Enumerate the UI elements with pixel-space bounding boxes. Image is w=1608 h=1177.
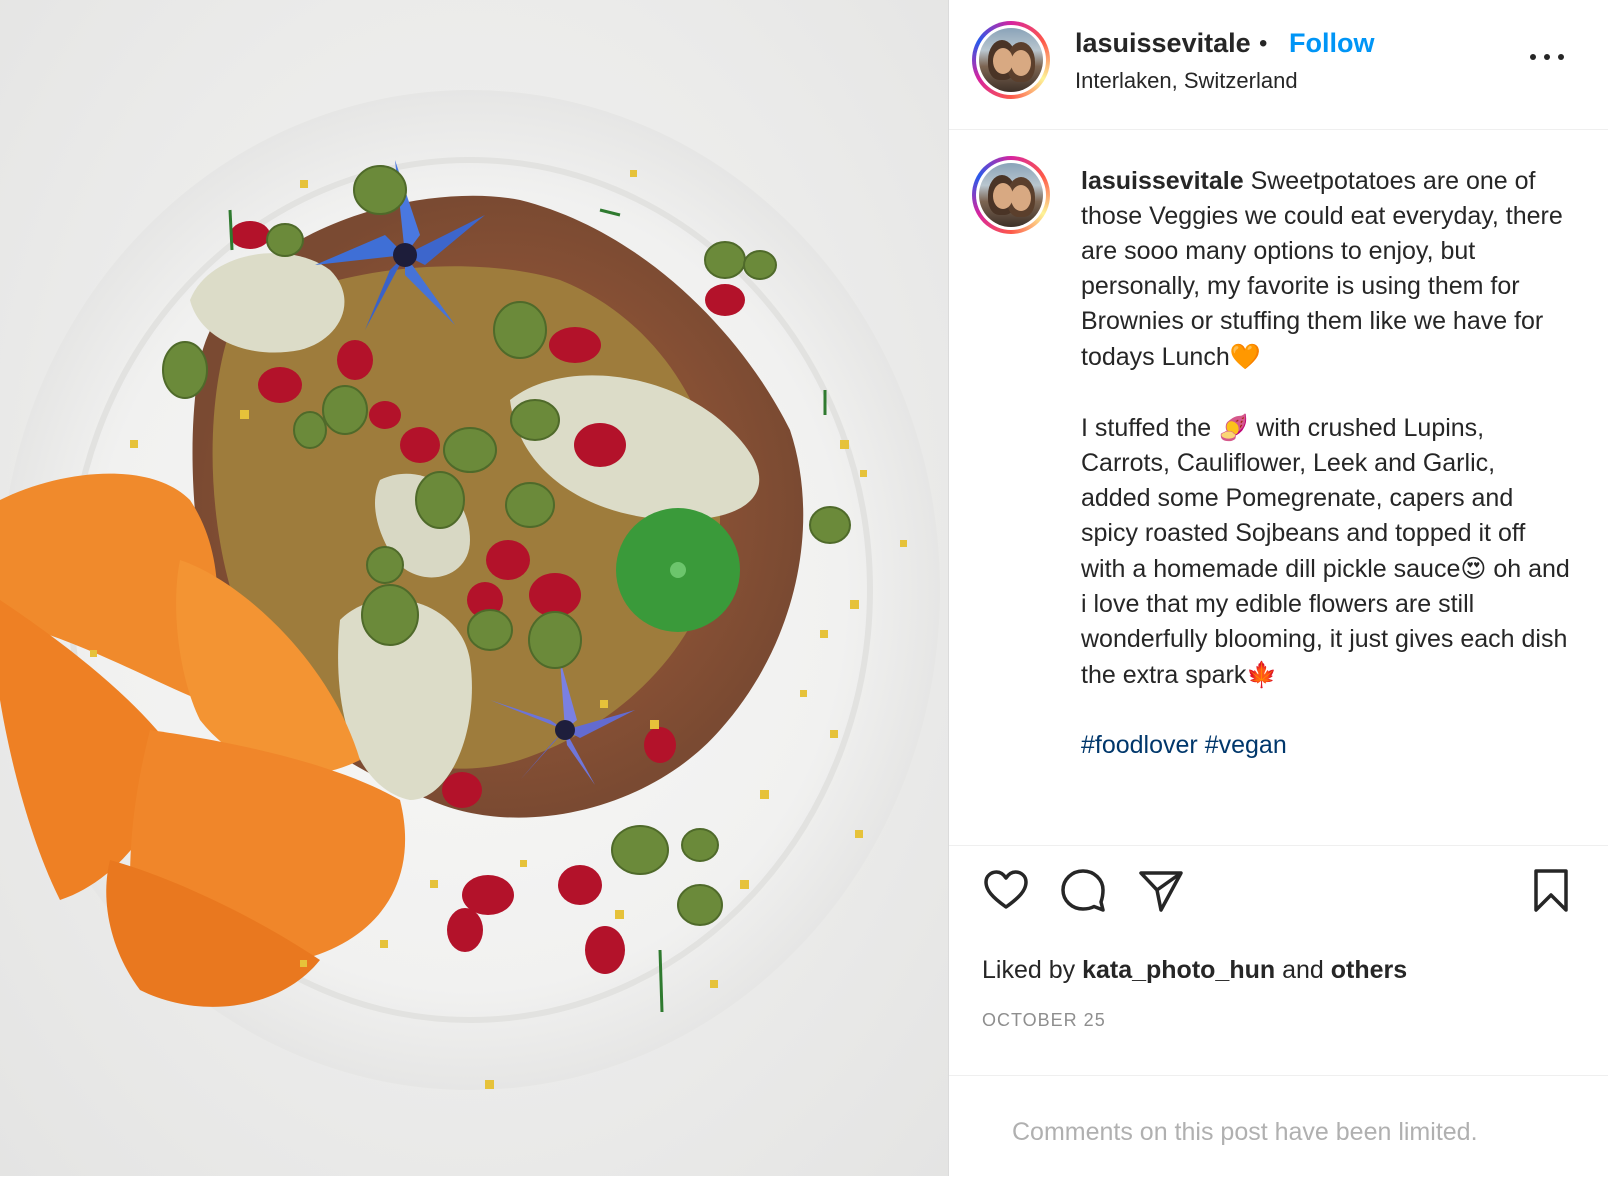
author-avatar[interactable] [972, 21, 1050, 99]
author-username[interactable]: lasuissevitale [1075, 28, 1251, 59]
follow-button[interactable]: Follow [1289, 28, 1374, 59]
caption-avatar[interactable] [972, 156, 1050, 234]
sweet-potato-emoji: 🍠 [1218, 413, 1250, 442]
share-icon[interactable] [1137, 866, 1185, 914]
food-illustration [0, 90, 940, 1090]
caption-paragraph-2a: I stuffed the [1081, 414, 1219, 442]
post-date[interactable]: OCTOBER 25 [982, 1010, 1106, 1031]
bookmark-icon[interactable] [1527, 866, 1575, 914]
action-bar [949, 846, 1608, 926]
comments-limited-notice: Comments on this post have been limited. [1012, 1118, 1478, 1146]
hashtag-link[interactable]: #vegan [1205, 731, 1287, 759]
liker-username[interactable]: kata_photo_hun [1082, 956, 1275, 984]
orange-heart-emoji: 🧡 [1229, 342, 1261, 371]
caption-paragraph-1: Sweetpotatoes are one of those Veggies w… [1081, 167, 1563, 371]
more-options-icon[interactable] [1527, 46, 1567, 66]
post-header: lasuissevitale • Follow Interlaken, Swit… [949, 0, 1608, 130]
separator-dot: • [1259, 30, 1268, 57]
likes-others-link[interactable]: others [1331, 956, 1407, 984]
hashtags: #foodlover #vegan [1081, 728, 1571, 763]
caption-username[interactable]: lasuissevitale [1081, 167, 1244, 195]
caption-section: lasuissevitale Sweetpotatoes are one of … [949, 131, 1608, 846]
caption-text: lasuissevitale Sweetpotatoes are one of … [1081, 164, 1571, 798]
post-side-panel: lasuissevitale • Follow Interlaken, Swit… [948, 0, 1608, 1176]
likes-prefix: Liked by [982, 956, 1083, 984]
comments-bar: Comments on this post have been limited. [949, 1075, 1608, 1177]
heart-eyes-emoji: 😍 [1460, 554, 1487, 583]
heart-icon[interactable] [982, 866, 1030, 914]
post-photo[interactable] [0, 0, 948, 1176]
comment-icon[interactable] [1059, 866, 1107, 914]
maple-leaf-emoji: 🍁 [1246, 660, 1278, 689]
post-location[interactable]: Interlaken, Switzerland [1075, 68, 1298, 94]
likes-middle: and [1275, 956, 1331, 984]
hashtag-link[interactable]: #foodlover [1081, 731, 1198, 759]
likes-summary: Liked by kata_photo_hun and others [982, 956, 1407, 985]
